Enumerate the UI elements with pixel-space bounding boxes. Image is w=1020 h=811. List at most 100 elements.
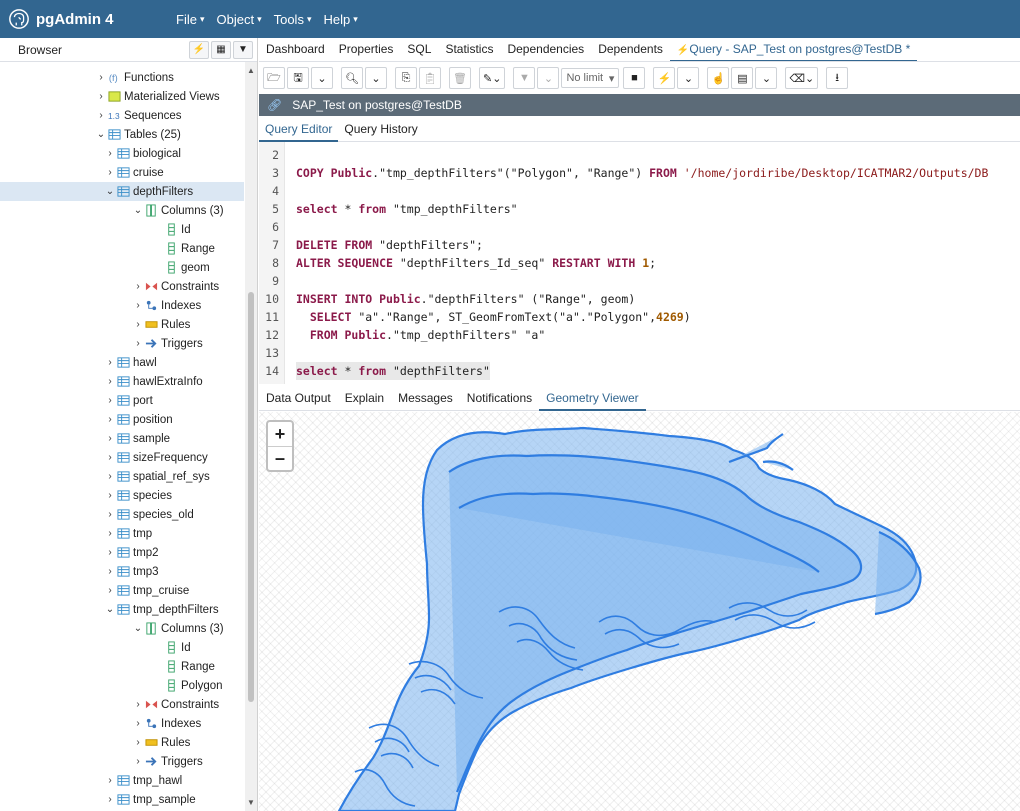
chevron-down-icon[interactable]: ⌄: [95, 129, 107, 140]
tab-dependencies[interactable]: Dependencies: [500, 38, 591, 61]
chevron-right-icon[interactable]: ›: [132, 319, 144, 330]
execute-button[interactable]: ⚡: [653, 67, 676, 89]
tree-node[interactable]: Range: [152, 657, 215, 676]
tree-node[interactable]: › sample: [104, 429, 170, 448]
tab-data-output[interactable]: Data Output: [259, 387, 338, 411]
chevron-right-icon[interactable]: ›: [132, 737, 144, 748]
tree-node[interactable]: ⌄ tmp_depthFilters: [104, 600, 219, 619]
tab-sql[interactable]: SQL: [400, 38, 438, 61]
paste-button[interactable]: 📋︎: [419, 67, 441, 89]
download-button[interactable]: ⭳: [826, 67, 849, 89]
tree-node[interactable]: Id: [152, 220, 191, 239]
chevron-right-icon[interactable]: ›: [104, 775, 116, 786]
query-editor[interactable]: 2 3 COPY Public."tmp_depthFilters"("Polygo…: [259, 142, 1020, 384]
chevron-right-icon[interactable]: ›: [95, 72, 107, 83]
delete-button[interactable]: 🗑︎: [449, 67, 471, 89]
tree-node[interactable]: › Materialized Views: [95, 87, 219, 106]
save-file-button[interactable]: 🖫: [287, 67, 309, 89]
tree-node[interactable]: › Rules: [132, 315, 190, 334]
tree-node[interactable]: › Constraints: [132, 695, 219, 714]
chevron-right-icon[interactable]: ›: [132, 699, 144, 710]
menu-object[interactable]: Object ▾: [216, 12, 261, 27]
tree-node[interactable]: Range: [152, 239, 215, 258]
copy-button[interactable]: ⎘: [395, 67, 417, 89]
tree-node[interactable]: › port: [104, 391, 153, 410]
edit-button[interactable]: ✎⌄: [479, 67, 506, 89]
explain-button[interactable]: ☝: [707, 67, 730, 89]
tree-node[interactable]: Polygon: [152, 676, 223, 695]
tree-node[interactable]: › species_old: [104, 505, 193, 524]
tree-node[interactable]: › Triggers: [132, 752, 202, 771]
tab-query[interactable]: ⚡Query - SAP_Test on postgres@TestDB *: [669, 38, 918, 61]
tab-notifications[interactable]: Notifications: [460, 387, 539, 411]
tree-node[interactable]: ⌄ depthFilters: [0, 182, 244, 201]
chevron-right-icon[interactable]: ›: [95, 91, 107, 102]
save-dropdown-button[interactable]: ⌄: [311, 67, 333, 89]
tree-node[interactable]: › cruise: [104, 163, 163, 182]
tab-query-editor[interactable]: Query Editor: [259, 118, 339, 142]
tree-node[interactable]: ⌄ Columns (3): [132, 201, 224, 220]
tree-node[interactable]: › hawlExtraInfo: [104, 372, 202, 391]
chevron-right-icon[interactable]: ›: [104, 357, 116, 368]
execute-dropdown-button[interactable]: ⌄: [677, 67, 700, 89]
tree-node[interactable]: ⌄ Columns (3): [132, 619, 224, 638]
stop-button[interactable]: ■: [623, 67, 646, 89]
chevron-right-icon[interactable]: ›: [104, 585, 116, 596]
chevron-right-icon[interactable]: ›: [104, 414, 116, 425]
tree-node[interactable]: › Indexes: [132, 296, 201, 315]
tree-node[interactable]: › sizeFrequency: [104, 448, 207, 467]
tree-node[interactable]: › Indexes: [132, 714, 201, 733]
chevron-right-icon[interactable]: ›: [104, 794, 116, 805]
chevron-right-icon[interactable]: ›: [95, 110, 107, 121]
tree-node[interactable]: › Constraints: [132, 277, 219, 296]
scroll-up-arrow-icon[interactable]: ▲: [247, 66, 255, 75]
zoom-out-button[interactable]: –: [268, 446, 292, 470]
row-limit-select[interactable]: No limit ▾: [561, 68, 620, 88]
view-data-button[interactable]: ▦: [211, 40, 231, 59]
tree-node[interactable]: › tmp: [104, 524, 152, 543]
tab-statistics[interactable]: Statistics: [438, 38, 500, 61]
tree-node[interactable]: › hawl: [104, 353, 156, 372]
filter-rows-button[interactable]: ▼: [513, 67, 536, 89]
chevron-right-icon[interactable]: ›: [132, 718, 144, 729]
tab-dashboard[interactable]: Dashboard: [259, 38, 332, 61]
geometry-layer[interactable]: [259, 412, 1020, 811]
chevron-right-icon[interactable]: ›: [104, 547, 116, 558]
tree-node[interactable]: › Triggers: [132, 334, 202, 353]
chevron-right-icon[interactable]: ›: [132, 756, 144, 767]
tree-node[interactable]: › position: [104, 410, 172, 429]
filter-button[interactable]: ▼: [233, 40, 253, 59]
chevron-right-icon[interactable]: ›: [132, 281, 144, 292]
tab-geometry-viewer[interactable]: Geometry Viewer: [539, 387, 646, 411]
tab-dependents[interactable]: Dependents: [591, 38, 670, 61]
tree-node[interactable]: › tmp_cruise: [104, 581, 189, 600]
chevron-right-icon[interactable]: ›: [104, 433, 116, 444]
geometry-viewer-map[interactable]: + –: [259, 412, 1020, 811]
tree-scrollbar[interactable]: ▲ ▼: [245, 62, 257, 811]
tree-node[interactable]: › tmp_sample: [104, 790, 195, 809]
explain-dropdown-button[interactable]: ⌄: [755, 67, 778, 89]
tree-node[interactable]: › tmp3: [104, 562, 158, 581]
chevron-right-icon[interactable]: ›: [104, 395, 116, 406]
chevron-right-icon[interactable]: ›: [104, 148, 116, 159]
explain-analyze-button[interactable]: ▤: [731, 67, 754, 89]
chevron-right-icon[interactable]: ›: [104, 528, 116, 539]
tree-node[interactable]: › Rules: [132, 733, 190, 752]
chevron-down-icon[interactable]: ⌄: [104, 604, 116, 615]
chevron-down-icon[interactable]: ⌄: [132, 623, 144, 634]
tab-messages[interactable]: Messages: [391, 387, 460, 411]
tree-node[interactable]: › tmp_hawl: [104, 771, 182, 790]
clear-button[interactable]: ⌫⌄: [785, 67, 819, 89]
tree-node[interactable]: › tmp2: [104, 543, 158, 562]
chevron-down-icon[interactable]: ⌄: [104, 186, 116, 197]
find-dropdown-button[interactable]: ⌄: [365, 67, 387, 89]
tree-node[interactable]: geom: [152, 258, 210, 277]
tree-node[interactable]: ⌄ Tables (25): [95, 125, 181, 144]
tree-node[interactable]: › spatial_ref_sys: [104, 467, 209, 486]
menu-file[interactable]: File ▾: [176, 12, 204, 27]
chevron-down-icon[interactable]: ⌄: [132, 205, 144, 216]
filter-dropdown-button[interactable]: ⌄: [537, 67, 560, 89]
tree-node[interactable]: › 1.3 Sequences: [95, 106, 181, 125]
tree-node[interactable]: › (f) Functions: [95, 68, 174, 87]
menu-tools[interactable]: Tools ▾: [274, 12, 312, 27]
